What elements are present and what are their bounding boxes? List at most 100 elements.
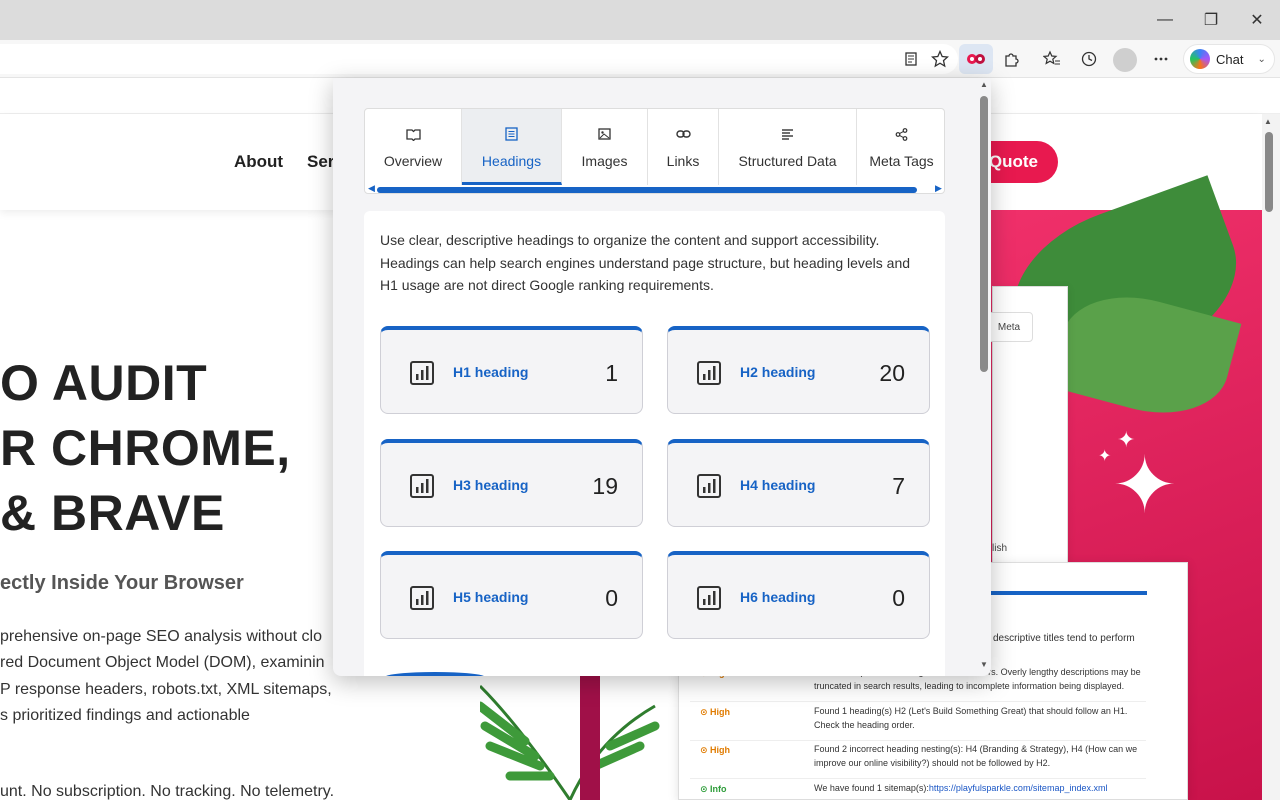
chat-label: Chat <box>1216 51 1244 67</box>
tabs-scroll-right-icon[interactable]: ▶ <box>935 183 942 193</box>
close-icon: ✕ <box>1250 12 1264 29</box>
popup-scrollbar[interactable]: ▲ ▼ <box>977 78 991 676</box>
tab-headings[interactable]: Headings <box>462 109 562 185</box>
popup-scroll-down-icon[interactable]: ▼ <box>980 660 988 669</box>
browser-toolbar: Chat ⌄ <box>0 40 1280 78</box>
mockup-meta-tab: Meta <box>985 312 1033 342</box>
more-options-icon[interactable] <box>1150 48 1172 70</box>
headings-panel: Use clear, descriptive headings to organ… <box>364 211 945 676</box>
heading-count-card-h2: H2 heading 20 <box>667 326 930 414</box>
heading-count: 19 <box>592 473 618 499</box>
bar-chart-icon <box>697 586 721 610</box>
hero-subtitle: ectly Inside Your Browser <box>0 572 244 594</box>
heading-count-card-h3: H3 heading 19 <box>380 439 643 527</box>
popup-tab-bar: Overview Headings Images Links Structure… <box>364 108 945 194</box>
tab-label: Meta Tags <box>869 153 934 169</box>
heading-count-card-h4: H4 heading 7 <box>667 439 930 527</box>
heading-count: 0 <box>892 585 905 611</box>
minimize-icon: — <box>1157 11 1173 28</box>
palm-leaf-image <box>480 676 660 800</box>
tab-links[interactable]: Links <box>648 109 719 185</box>
address-bar[interactable] <box>0 44 958 74</box>
tab-structured-data[interactable]: Structured Data <box>719 109 857 185</box>
tabs-horizontal-scrollbar[interactable] <box>377 187 917 193</box>
share-icon <box>893 125 911 143</box>
bar-chart-icon <box>410 474 434 498</box>
profile-avatar[interactable] <box>1113 48 1137 72</box>
bar-chart-icon <box>697 361 721 385</box>
popup-scroll-up-icon[interactable]: ▲ <box>980 80 988 89</box>
book-open-icon <box>404 125 422 143</box>
heading-count: 0 <box>605 585 618 611</box>
hero-title-line-2: R CHROME, <box>0 420 291 476</box>
seo-extension-icon <box>967 54 985 64</box>
tab-images[interactable]: Images <box>562 109 648 185</box>
image-icon <box>596 125 614 143</box>
nav-about-link[interactable]: About <box>234 152 283 172</box>
heading-count: 7 <box>892 473 905 499</box>
hero-title-line-1: O AUDIT <box>0 355 208 411</box>
quote-label: Quote <box>988 152 1038 171</box>
mockup-row: ⊙ High Found 1 heading(s) H2 (Let's Buil… <box>690 703 1146 741</box>
mockup-text: descriptive titles tend to perform <box>993 633 1135 644</box>
mockup-text: lish <box>992 543 1008 554</box>
mockup-message: Found 2 incorrect heading nesting(s): H4… <box>814 744 1138 768</box>
minimize-button[interactable]: — <box>1142 0 1188 40</box>
hero-paragraph-line: red Document Object Model (DOM), examini… <box>0 654 325 671</box>
sparkle-small-icon: ✦ <box>1098 448 1112 465</box>
mockup-message: We have found 1 sitemap(s):https://playf… <box>814 783 1108 793</box>
tab-label: Overview <box>383 153 443 169</box>
page-scrollbar-thumb[interactable] <box>1265 132 1273 212</box>
seo-extension-button[interactable] <box>959 44 993 74</box>
restore-icon: ❐ <box>1203 12 1219 29</box>
heading-count-card-h5: H5 heading 0 <box>380 551 643 639</box>
scroll-up-arrow-icon[interactable]: ▲ <box>1264 117 1272 126</box>
severity-label: ⊙ High <box>700 745 731 755</box>
sparkle-icon: ✦ <box>1112 441 1178 529</box>
popup-scrollbar-thumb[interactable] <box>980 96 988 372</box>
heading-count-card-h1: H1 heading 1 <box>380 326 643 414</box>
headings-description: Use clear, descriptive headings to organ… <box>380 232 911 293</box>
heading-label: H3 heading <box>453 477 529 493</box>
favorite-star-icon[interactable] <box>929 48 951 70</box>
tab-label: Structured Data <box>738 153 837 169</box>
hero-paragraph-line: unt. No subscription. No tracking. No te… <box>0 783 335 800</box>
bar-chart-icon <box>410 586 434 610</box>
heading-count-card-h6: H6 heading 0 <box>667 551 930 639</box>
heading-count: 20 <box>879 360 905 386</box>
sitemap-link[interactable]: https://playfulsparkle.com/sitemap_index… <box>929 783 1108 793</box>
favorites-icon[interactable] <box>1041 48 1063 70</box>
tab-overview[interactable]: Overview <box>365 109 462 185</box>
title-bar: — ❐ ✕ <box>0 0 1280 40</box>
close-button[interactable]: ✕ <box>1234 0 1280 40</box>
tab-meta-tags[interactable]: Meta Tags <box>857 109 944 185</box>
heading-label: H4 heading <box>740 477 816 493</box>
seo-extension-popup: Overview Headings Images Links Structure… <box>333 78 991 676</box>
list-icon <box>503 125 521 143</box>
page-scrollbar[interactable] <box>1262 114 1280 800</box>
copilot-chat-button[interactable]: Chat ⌄ <box>1183 44 1275 74</box>
hero-paragraph-line: s prioritized findings and actionable <box>0 707 250 724</box>
chevron-down-icon: ⌄ <box>1257 53 1266 65</box>
heading-label: H6 heading <box>740 589 816 605</box>
tab-label: Links <box>666 153 700 169</box>
maximize-button[interactable]: ❐ <box>1188 0 1234 40</box>
history-icon[interactable] <box>1078 48 1100 70</box>
align-left-icon <box>779 125 797 143</box>
reading-view-icon[interactable] <box>900 48 922 70</box>
link-icon <box>674 125 692 143</box>
hero-paragraph-line: prehensive on-page SEO analysis without … <box>0 628 322 645</box>
nav-services-link[interactable]: Ser <box>307 152 334 172</box>
mockup-message: Found 1 heading(s) H2 (Let's Build Somet… <box>814 706 1128 730</box>
tabs-scroll-left-icon[interactable]: ◀ <box>368 183 375 193</box>
bar-chart-icon <box>410 361 434 385</box>
hero-title-line-3: & BRAVE <box>0 485 225 541</box>
tab-label: Images <box>581 153 628 169</box>
next-section-peek <box>385 672 485 676</box>
extensions-puzzle-icon[interactable] <box>1001 48 1023 70</box>
heading-count: 1 <box>605 360 618 386</box>
bar-chart-icon <box>697 474 721 498</box>
hero-paragraph-line: P response headers, robots.txt, XML site… <box>0 681 332 698</box>
severity-label: ⊙ High <box>700 707 731 717</box>
heading-label: H5 heading <box>453 589 529 605</box>
